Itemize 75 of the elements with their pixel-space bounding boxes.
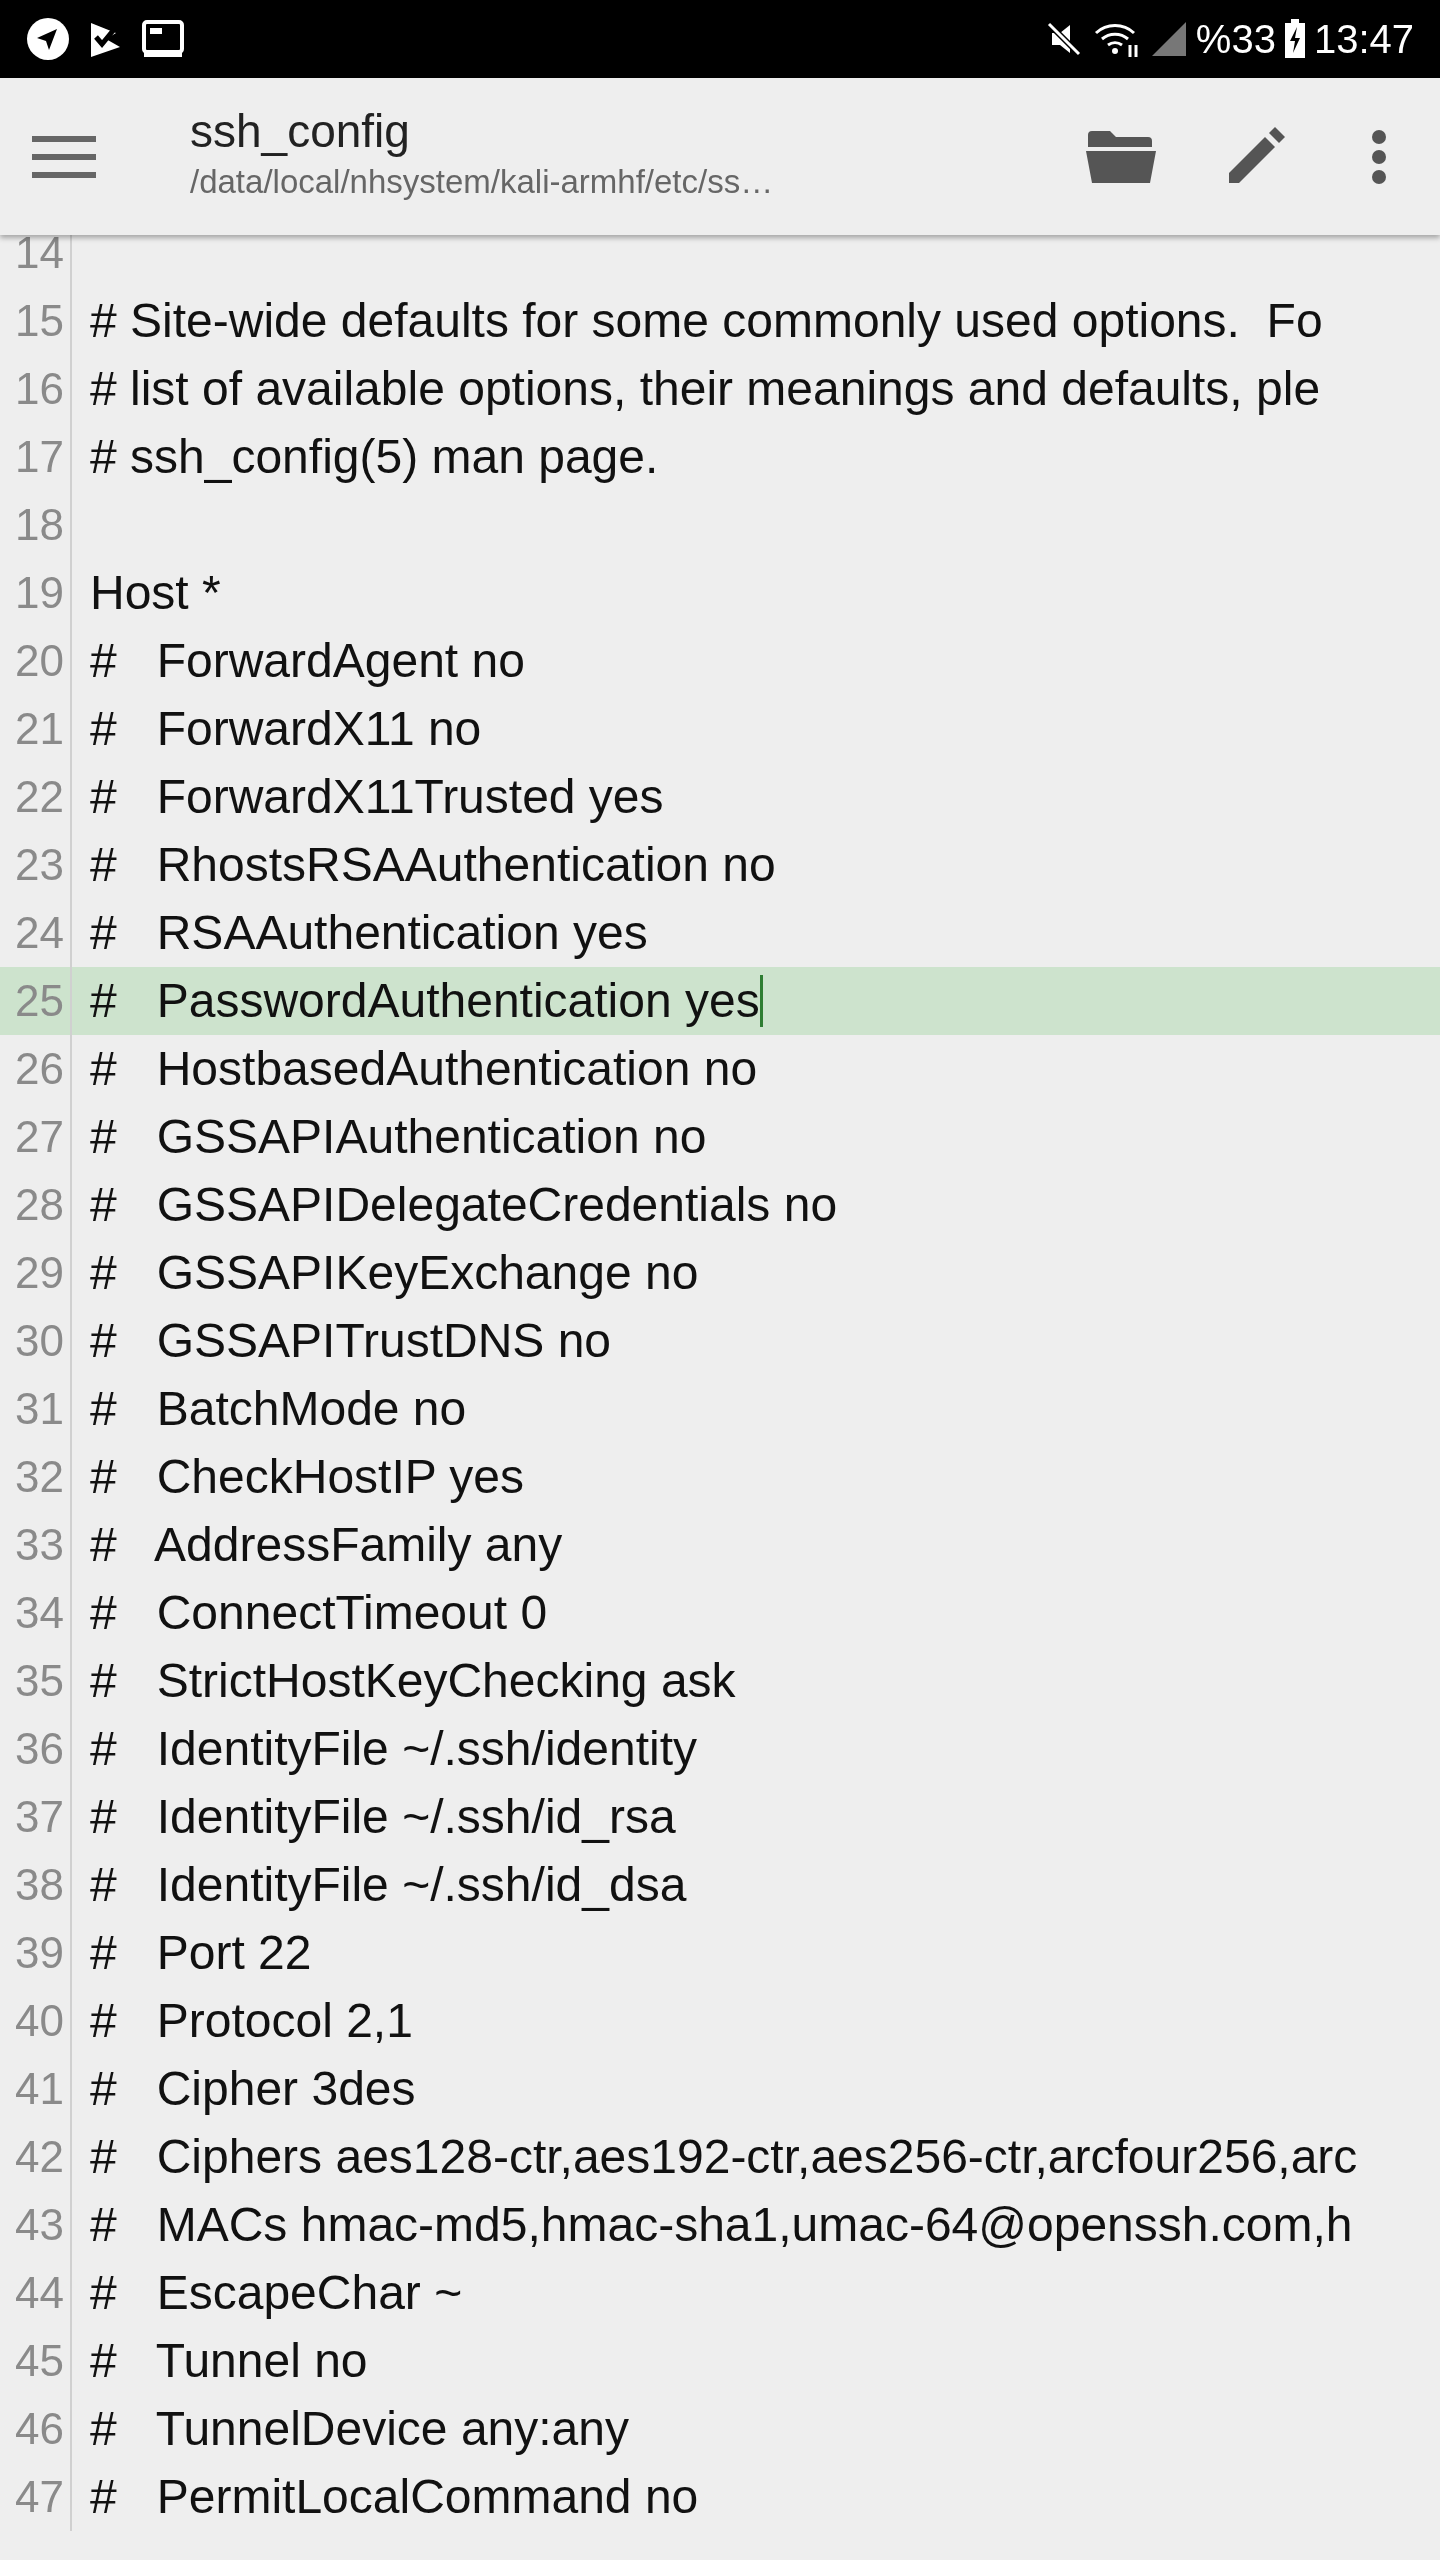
code-line: # HostbasedAuthentication no	[89, 1045, 758, 1093]
line-number: 30	[0, 1307, 72, 1375]
line-number: 20	[0, 627, 72, 695]
line-number: 40	[0, 1987, 72, 2055]
code-line: # IdentityFile ~/.ssh/identity	[89, 1725, 697, 1773]
line-number: 29	[0, 1239, 72, 1307]
code-line: # PasswordAuthentication yes	[89, 977, 760, 1025]
code-line: # AddressFamily any	[89, 1521, 563, 1569]
code-line: # Ciphers aes128-ctr,aes192-ctr,aes256-ctr,arcfour256,arc	[89, 2133, 1358, 2181]
code-line: # GSSAPITrustDNS no	[89, 1317, 612, 1365]
code-line: # Port 22	[89, 1929, 312, 1977]
code-line: # RSAAuthentication yes	[89, 909, 648, 957]
line-number: 15	[0, 287, 72, 355]
code-line: # IdentityFile ~/.ssh/id_dsa	[89, 1861, 687, 1909]
code-line: # BatchMode no	[89, 1385, 467, 1433]
line-number: 47	[0, 2463, 72, 2531]
code-line: # GSSAPIDelegateCredentials no	[89, 1181, 838, 1229]
code-line: # PermitLocalCommand no	[89, 2473, 699, 2521]
code-line: # TunnelDevice any:any	[89, 2405, 629, 2453]
line-number: 45	[0, 2327, 72, 2395]
line-number: 28	[0, 1171, 72, 1239]
code-line: # list of available options, their meanings and defaults, ple	[89, 365, 1321, 413]
line-number: 32	[0, 1443, 72, 1511]
code-line: # EscapeChar ~	[89, 2269, 463, 2317]
line-number: 38	[0, 1851, 72, 1919]
battery-charging-icon	[1283, 19, 1306, 59]
line-number: 44	[0, 2259, 72, 2327]
line-number: 21	[0, 695, 72, 763]
terminal-icon	[142, 20, 184, 58]
code-line: # ForwardX11Trusted yes	[89, 773, 664, 821]
folder-icon	[1086, 128, 1156, 185]
text-cursor	[759, 975, 763, 1027]
line-number: 16	[0, 355, 72, 423]
code-line: # GSSAPIAuthentication no	[89, 1113, 707, 1161]
line-number: 23	[0, 831, 72, 899]
code-line: # ForwardAgent no	[89, 637, 525, 685]
code-line: Host *	[89, 569, 221, 617]
line-number: 39	[0, 1919, 72, 1987]
line-number: 33	[0, 1511, 72, 1579]
line-number: 43	[0, 2191, 72, 2259]
code-line: # Cipher 3des	[89, 2065, 416, 2113]
more-options-icon	[1371, 128, 1387, 185]
code-line: # CheckHostIP yes	[89, 1453, 524, 1501]
battery-percentage: %33	[1195, 19, 1276, 59]
send-icon	[26, 17, 70, 61]
line-number: 17	[0, 423, 72, 491]
line-number: 41	[0, 2055, 72, 2123]
code-line: # ssh_config(5) man page.	[89, 433, 659, 481]
code-line: # IdentityFile ~/.ssh/id_rsa	[89, 1793, 676, 1841]
line-number: 26	[0, 1035, 72, 1103]
clock-time: 13:47	[1313, 19, 1414, 59]
code-line: # ConnectTimeout 0	[89, 1589, 548, 1637]
line-number: 42	[0, 2123, 72, 2191]
code-line: # RhostsRSAAuthentication no	[89, 841, 776, 889]
line-number: 18	[0, 491, 72, 559]
code-line: # Protocol 2,1	[89, 1997, 413, 2045]
line-number: 25	[0, 967, 72, 1035]
code-line: # Tunnel no	[89, 2337, 368, 2385]
line-number: 31	[0, 1375, 72, 1443]
line-number: 46	[0, 2395, 72, 2463]
menu-icon	[32, 134, 96, 179]
line-number: 19	[0, 559, 72, 627]
line-number: 22	[0, 763, 72, 831]
line-number: 36	[0, 1715, 72, 1783]
line-number: 37	[0, 1783, 72, 1851]
code-line: # StrictHostKeyChecking ask	[89, 1657, 736, 1705]
line-number: 34	[0, 1579, 72, 1647]
file-path: /data/local/nhsystem/kali-armhf/etc/ss…	[190, 162, 775, 203]
file-title: ssh_config	[190, 106, 411, 158]
code-line: # ForwardX11 no	[89, 705, 482, 753]
line-number: 35	[0, 1647, 72, 1715]
line-number: 27	[0, 1103, 72, 1171]
code-line: # GSSAPIKeyExchange no	[89, 1249, 699, 1297]
code-line: # MACs hmac-md5,hmac-sha1,umac-64@openssh.com,h	[89, 2201, 1353, 2249]
code-line: # Site-wide defaults for some commonly used options. Fo	[89, 297, 1323, 345]
